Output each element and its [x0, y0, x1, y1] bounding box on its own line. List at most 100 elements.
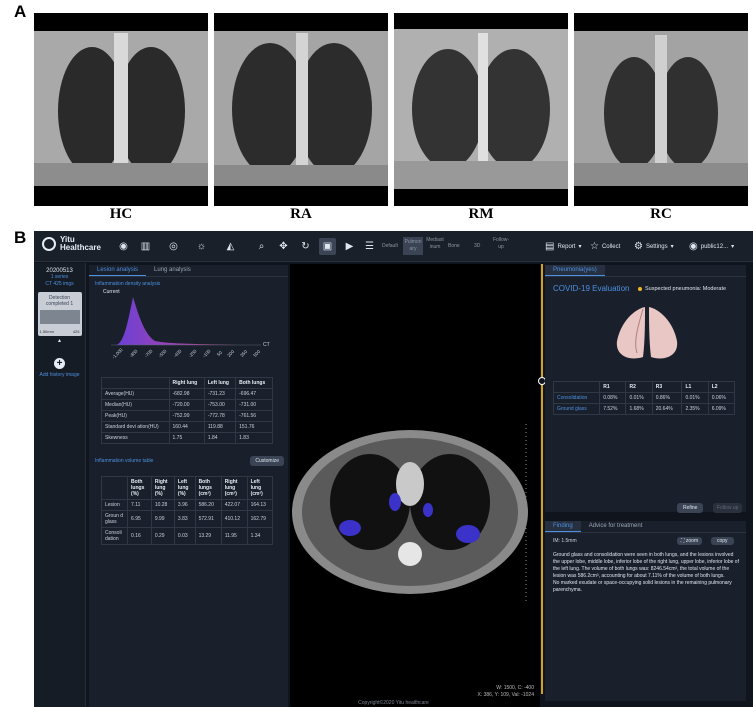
cursor-position-readout: X: 386, Y: 109, Val: -1024 [477, 692, 534, 698]
ct-coronal-rm [394, 13, 568, 206]
ct-viewer[interactable]: W: 1500, C: -400 X: 386, Y: 109, Val: -1… [290, 264, 540, 707]
cell: 0.16 [127, 527, 152, 545]
cell: Peak(HU) [101, 410, 170, 422]
tab-advice[interactable]: Advice for treatment [581, 521, 651, 532]
table-header [552, 381, 601, 393]
lobe-table: R1 R2 R3 L1 L2 Consolidation 0.08% 0.01%… [552, 381, 736, 415]
table-header [100, 476, 129, 500]
expand-icon: ⛶ [681, 538, 685, 544]
followup-button[interactable]: Follow up [713, 503, 743, 513]
thumbnail-image [39, 310, 80, 324]
add-history-button[interactable]: + Add history image [38, 358, 82, 379]
copyright: Copyright©2020 Yitu healthcare [358, 700, 429, 706]
slice-slider-track[interactable] [541, 264, 543, 694]
chevron-down-icon: ▾ [670, 244, 674, 250]
move-icon[interactable]: ✥ [278, 241, 289, 252]
report-button[interactable]: ▤ Report ▾ [545, 241, 581, 252]
save-icon[interactable]: ▣ [319, 238, 336, 255]
collect-button[interactable]: ☆ Collect [590, 241, 620, 252]
cell: 0.06% [707, 392, 736, 404]
user-label: public12... [700, 243, 729, 250]
cell: 1.75 [168, 432, 205, 444]
cell: 1.68% [625, 403, 653, 415]
pneumonia-badge: Suspected pneumonia: Moderate [638, 286, 726, 292]
cell: 0.03 [173, 527, 196, 545]
preset-pulmonary[interactable]: Pulmon ary [403, 237, 423, 255]
tab-pneumonia[interactable]: Pneumonia(yes) [545, 265, 605, 276]
table-header: Both lungs (cm³) [194, 476, 222, 500]
finding-tabs: Finding Advice for treatment [545, 521, 746, 533]
panel-b-label: B [14, 228, 27, 247]
table-header: Right lung (%) [150, 476, 175, 500]
followup-mode[interactable]: Follow- up [490, 237, 512, 251]
table-row: Median(HU) -720.00 -753.00 -731.00 [101, 399, 273, 411]
scan-label-rm: RM [468, 206, 494, 222]
play-icon[interactable]: ▶ [344, 241, 355, 252]
list-icon[interactable]: ☰ [364, 241, 375, 252]
settings-button[interactable]: ⚙ Settings ▾ [634, 241, 674, 252]
window-level-readout: W: 1500, C: -400 [496, 685, 534, 691]
thumb-count: 425 [72, 329, 80, 334]
plus-icon: + [54, 358, 65, 369]
lesion-mask [339, 520, 361, 536]
customize-button[interactable]: Customize [250, 456, 284, 466]
tab-lesion-analysis[interactable]: Lesion analysis [89, 265, 147, 276]
zoom-icon[interactable]: ⌕ [256, 241, 267, 252]
cell: Lesion [100, 499, 129, 511]
table-header-row: R1 R2 R3 L1 L2 [552, 381, 736, 393]
brightness-icon[interactable]: ☼ [196, 241, 207, 252]
table-header: Left lung (cm³) [246, 476, 274, 500]
mode-3d[interactable]: 3D [474, 243, 480, 250]
finding-paragraph-2: No marked exudate or space-occupying sol… [553, 580, 732, 593]
finding-paragraph: Ground glass and consolidation were seen… [553, 552, 739, 579]
rotate-icon[interactable]: ↻ [300, 241, 311, 252]
covid-evaluation-title: COVID-19 Evaluation [553, 284, 630, 293]
histogram-x-ticks: -1,000 -850 -700 -550 -400 -250 -100 50 … [111, 347, 261, 360]
table-row: Consoli dation 0.16 0.29 0.03 13.29 11.95 1.34 [100, 527, 274, 545]
volume-table: Both lungs (%) Right lung (%) Left lung … [100, 476, 274, 545]
table-header: Right lung (cm³) [220, 476, 248, 500]
preset-bone[interactable]: Bone [448, 243, 460, 250]
record-icon[interactable]: ◉ [118, 241, 129, 252]
caret-up-icon[interactable]: ▴ [34, 337, 85, 344]
cell: 1.34 [246, 527, 274, 545]
cell: -731.23 [203, 388, 237, 400]
lesion-mask [456, 525, 480, 543]
cell: -731.00 [235, 399, 273, 411]
slice-thickness-label: IM: 1.5mm [553, 538, 577, 544]
series-rail: 20200513 1 series CT 425 imgs Detection … [34, 263, 86, 707]
axial-ct-slice [292, 424, 528, 604]
tab-finding[interactable]: Finding [545, 521, 581, 532]
pneumonia-tabs: Pneumonia(yes) [545, 265, 746, 277]
cell: Groun d glass [100, 510, 129, 528]
ct-coronal-ra [214, 13, 388, 206]
cell: -753.00 [203, 399, 237, 411]
layout-icon[interactable]: ▥ [140, 241, 151, 252]
detection-count: 1 [70, 301, 74, 307]
preset-default[interactable]: Default [382, 243, 398, 250]
cell: 586.20 [194, 499, 222, 511]
lesion-analysis-panel: Lesion analysis Lung analysis Inflammati… [89, 265, 288, 707]
badge-text: Suspected pneumonia: Moderate [645, 286, 727, 292]
table-header-row: Right lung Left lung Both lungs [101, 377, 273, 389]
series-thumbnail[interactable]: Detection completed 1 1.50mm 425 [37, 292, 82, 336]
volume-title: Inflammation volume table [95, 458, 154, 464]
table-header: L1 [681, 381, 709, 393]
pneumonia-panel: Pneumonia(yes) COVID-19 Evaluation Suspe… [545, 265, 746, 513]
eye-icon[interactable]: ◎ [168, 241, 179, 252]
logo-line2: Healthcare [60, 243, 101, 252]
paint-icon[interactable]: ◭ [225, 241, 236, 252]
user-menu[interactable]: ◉ public12... ▾ [689, 241, 734, 252]
chevron-down-icon: ▾ [731, 244, 735, 250]
tab-lung-analysis[interactable]: Lung analysis [146, 265, 199, 276]
table-row: Groun d glass 6.95 9.99 3.83 572.91 410.12 162… [100, 510, 274, 528]
hu-stats-table: Right lung Left lung Both lungs Average(… [101, 377, 273, 444]
zoom-button[interactable]: ⛶ zoom [677, 537, 703, 545]
refine-button[interactable]: Refine [677, 503, 704, 513]
table-header-row: Both lungs (%) Right lung (%) Left lung … [100, 476, 274, 500]
report-icon: ▤ [545, 241, 555, 252]
gear-icon: ⚙ [634, 241, 643, 252]
preset-mediastinum[interactable]: Mediast inum [424, 237, 446, 251]
lung-3d-model [616, 307, 678, 359]
copy-button[interactable]: copy [711, 537, 734, 545]
